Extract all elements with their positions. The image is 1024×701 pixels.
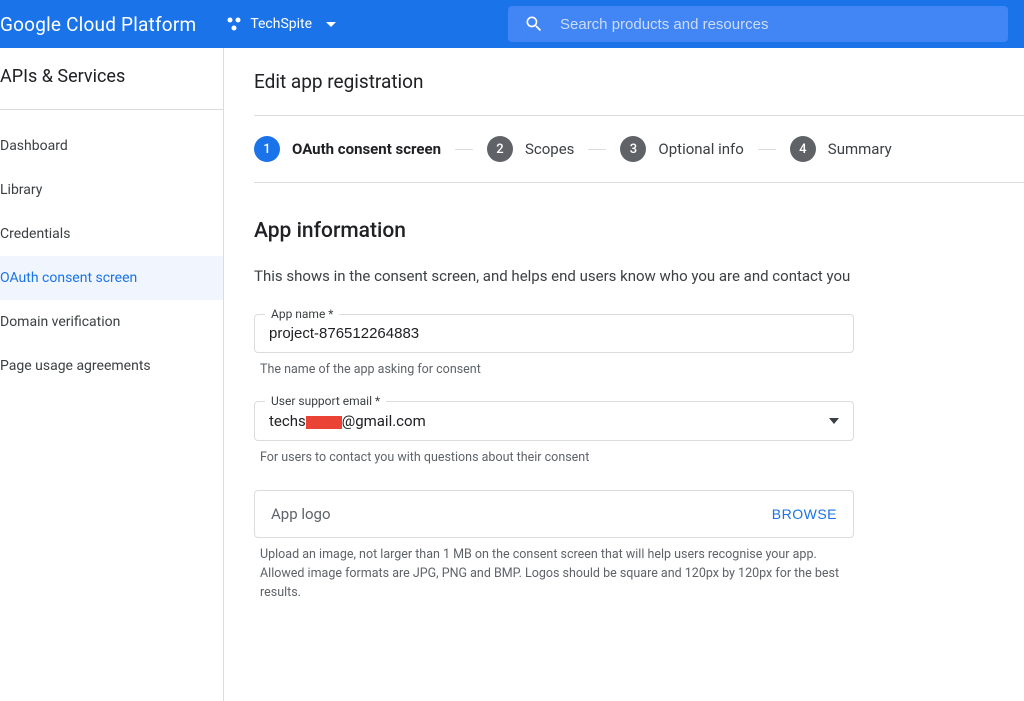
search-box[interactable]: [508, 6, 1008, 42]
app-name-label: App name *: [265, 307, 339, 321]
step-num-1: 1: [254, 136, 280, 162]
project-name: TechSpite: [250, 16, 312, 32]
step-num-3: 3: [620, 136, 646, 162]
step-num-4: 4: [790, 136, 816, 162]
app-name-help: The name of the app asking for consent: [260, 361, 840, 380]
stepper: 1 OAuth consent screen 2 Scopes 3 Option…: [254, 115, 1024, 183]
step-oauth-consent[interactable]: 1 OAuth consent screen: [254, 136, 441, 162]
app-logo-field[interactable]: App logo BROWSE: [254, 490, 854, 538]
page-title: Edit app registration: [254, 70, 1024, 93]
sidebar-item-oauth-consent[interactable]: OAuth consent screen: [0, 256, 223, 300]
sidebar-item-page-usage[interactable]: Page usage agreements: [0, 344, 223, 388]
step-label-4: Summary: [828, 140, 892, 158]
main-container: APIs & Services Dashboard Library Creden…: [0, 48, 1024, 701]
step-num-2: 2: [487, 136, 513, 162]
project-icon: [226, 16, 242, 32]
app-logo-help: Upload an image, not larger than 1 MB on…: [260, 546, 840, 602]
step-divider: [758, 149, 776, 150]
step-optional-info[interactable]: 3 Optional info: [620, 136, 743, 162]
browse-button[interactable]: BROWSE: [772, 506, 837, 522]
sidebar-item-dashboard[interactable]: Dashboard: [0, 124, 223, 168]
support-email-field: User support email * techs@gmail.com For…: [254, 401, 854, 468]
step-label-2: Scopes: [525, 140, 574, 158]
app-name-field: App name * The name of the app asking fo…: [254, 314, 854, 380]
main-content: Edit app registration 1 OAuth consent sc…: [224, 48, 1024, 701]
section-desc: This shows in the consent screen, and he…: [254, 265, 854, 288]
step-label-1: OAuth consent screen: [292, 140, 441, 158]
top-header: Google Cloud Platform TechSpite: [0, 0, 1024, 48]
search-icon: [524, 14, 544, 34]
sidebar-title: APIs & Services: [0, 66, 223, 110]
section-title: App information: [254, 219, 1024, 243]
support-email-value: techs@gmail.com: [269, 412, 426, 430]
search-input[interactable]: [560, 16, 992, 33]
support-email-wrapper[interactable]: User support email * techs@gmail.com: [254, 401, 854, 441]
step-divider: [588, 149, 606, 150]
sidebar-items: Dashboard Library Credentials OAuth cons…: [0, 110, 223, 388]
step-summary[interactable]: 4 Summary: [790, 136, 892, 162]
support-email-help: For users to contact you with questions …: [260, 449, 840, 468]
dropdown-arrow-icon: [326, 22, 336, 27]
app-name-wrapper[interactable]: App name *: [254, 314, 854, 353]
sidebar-item-domain-verification[interactable]: Domain verification: [0, 300, 223, 344]
app-name-input[interactable]: [269, 325, 839, 342]
step-label-3: Optional info: [658, 140, 743, 158]
step-scopes[interactable]: 2 Scopes: [487, 136, 574, 162]
project-selector[interactable]: TechSpite: [218, 12, 344, 36]
step-divider: [455, 149, 473, 150]
redacted-text: [306, 416, 342, 429]
support-email-label: User support email *: [265, 394, 386, 408]
app-logo-label: App logo: [271, 505, 331, 523]
chevron-down-icon: [829, 418, 839, 424]
gcp-logo[interactable]: Google Cloud Platform: [0, 13, 196, 36]
sidebar: APIs & Services Dashboard Library Creden…: [0, 48, 224, 701]
sidebar-item-credentials[interactable]: Credentials: [0, 212, 223, 256]
sidebar-item-library[interactable]: Library: [0, 168, 223, 212]
